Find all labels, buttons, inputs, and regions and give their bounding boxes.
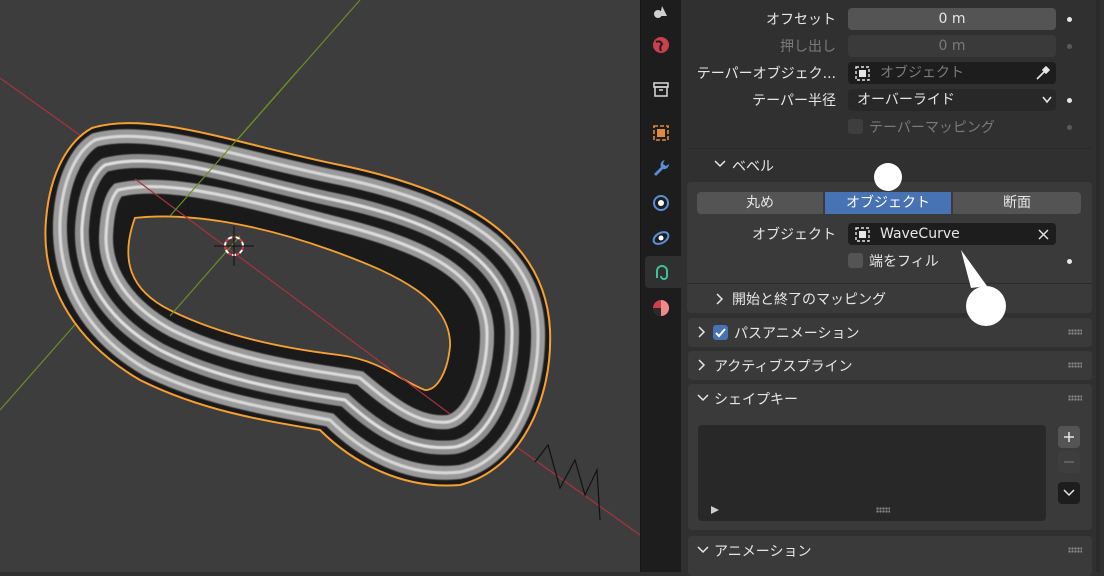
chevron-down-icon [1063,489,1075,497]
drag-handle-icon[interactable] [1068,362,1082,368]
taper-radius-keyframe-dot[interactable] [1067,98,1072,103]
physics-icon [652,231,670,245]
drag-handle-icon[interactable] [1068,547,1082,553]
taper-radius-value: オーバーライド [857,92,955,108]
shape-keys-header[interactable]: シェイプキー [714,389,798,409]
extrude-keyframe-dot [1067,44,1072,49]
bevel-object-label: オブジェクト [752,227,836,243]
extrude-field[interactable]: 0 m [848,35,1056,57]
object-tab[interactable] [645,117,677,149]
offset-field[interactable]: 0 m [848,8,1056,30]
bevel-object-field[interactable]: WaveCurve [848,223,1056,245]
offset-keyframe-dot[interactable] [1067,17,1072,22]
play-icon [711,506,719,514]
material-icon [653,300,669,316]
bevel-mode-profile[interactable]: 断面 [953,192,1081,214]
chevron-down-icon[interactable] [714,160,726,168]
chevron-right-icon[interactable] [698,326,706,338]
collection-icon [653,82,669,97]
object-icon [653,125,669,141]
object-icon [855,227,870,242]
fill-caps-checkbox[interactable] [848,253,863,268]
divider [687,283,1092,284]
scene-tab[interactable] [645,0,677,28]
bevel-mode-round[interactable]: 丸め [697,192,823,214]
annotation-marker [874,163,902,191]
curve-data-tab[interactable] [645,256,681,288]
plus-icon [1064,432,1074,442]
fill-caps-label: 端をフィル [869,254,939,270]
taper-radius-dropdown[interactable]: オーバーライド [848,89,1056,111]
taper-mapping-checkbox[interactable] [848,119,863,134]
start-end-mapping-header[interactable]: 開始と終了のマッピング [732,289,886,309]
chevron-right-icon[interactable] [716,293,724,305]
list-resize-grip-icon[interactable] [876,507,890,513]
bevel-header[interactable]: ベベル [732,156,774,176]
world-icon [653,37,669,53]
remove-shape-key-button[interactable] [1058,451,1080,473]
close-icon[interactable] [1038,229,1049,240]
eyedropper-icon [1036,66,1050,80]
modifier-tab[interactable] [645,152,677,184]
drag-handle-icon[interactable] [1068,329,1082,335]
shape-key-specials-button[interactable] [1058,482,1080,504]
scrollbar[interactable] [1096,0,1100,572]
animation-header[interactable]: アニメーション [714,541,811,561]
world-tab[interactable] [645,29,677,61]
fill-caps-keyframe-dot[interactable] [1067,259,1072,264]
bevel-mode-object[interactable]: オブジェクト [825,192,951,214]
chevron-down-icon[interactable] [697,546,709,554]
path-animation-header[interactable]: パスアニメーション [734,323,859,343]
physics-tab[interactable] [645,222,677,254]
material-tab[interactable] [645,292,677,324]
chevron-right-icon[interactable] [698,359,706,371]
checkmark-icon [715,328,726,338]
particles-tab[interactable] [645,187,677,219]
shape-keys-list[interactable] [698,425,1046,521]
chevron-down-icon[interactable] [697,394,709,402]
scene-icon [654,6,667,18]
path-animation-checkbox[interactable] [713,325,728,340]
properties-tab-bar [640,0,681,572]
offset-label: オフセット [766,12,836,28]
particles-icon [653,195,669,211]
divider [687,148,1092,149]
taper-object-label: テーパーオブジェク... [696,66,836,82]
add-shape-key-button[interactable] [1058,426,1080,448]
taper-mapping-label: テーパーマッピング [869,120,995,136]
object-icon [855,66,870,81]
taper-object-field[interactable]: オブジェクト [848,62,1056,84]
taper-mapping-keyframe-dot [1067,125,1072,130]
minus-icon [1064,461,1074,463]
taper-radius-label: テーパー半径 [752,93,836,109]
viewport-scene [0,0,640,536]
taper-object-placeholder: オブジェクト [880,65,964,81]
extrude-label: 押し出し [780,39,836,55]
collection-tab[interactable] [645,73,677,105]
modifier-icon [654,160,670,176]
3d-viewport[interactable] [0,0,640,572]
bevel-object-value: WaveCurve [880,226,960,242]
curve-data-icon [656,265,668,280]
annotation-pointer [961,250,987,288]
chevron-down-icon [1042,96,1052,104]
drag-handle-icon[interactable] [1068,395,1082,401]
active-spline-header[interactable]: アクティブスプライン [714,356,852,376]
